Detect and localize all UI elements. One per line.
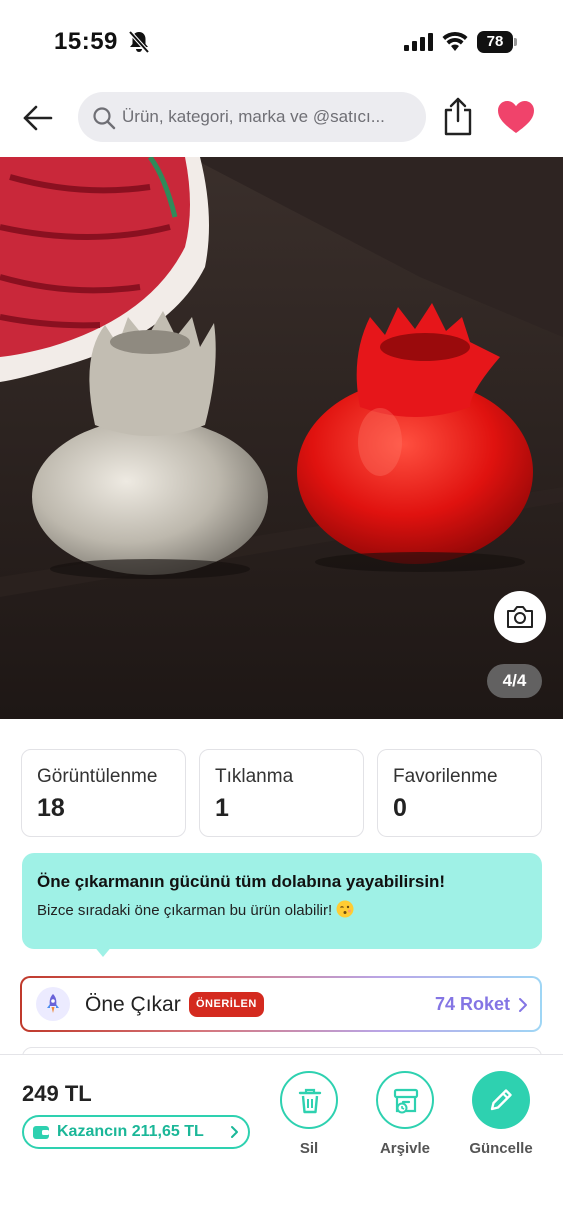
delete-label[interactable]: Sil <box>280 1140 338 1157</box>
roket-cost: 74 Roket <box>434 994 510 1014</box>
camera-icon <box>507 606 533 628</box>
cellular-signal-icon <box>404 33 433 51</box>
search-placeholder: Ürün, kategori, marka ve @satıcı... <box>122 107 385 126</box>
stat-card-favorites: Favorilenme 0 <box>377 749 542 837</box>
rocket-badge <box>36 987 70 1021</box>
chevron-right-icon <box>231 1126 238 1138</box>
feature-inner: Öne Çıkar ÖNERİLEN 74 Roket <box>22 978 540 1030</box>
update-label[interactable]: Güncelle <box>456 1140 546 1157</box>
back-arrow-icon[interactable] <box>20 102 56 134</box>
promo-subtitle: Bizce sıradaki öne çıkarman bu ürün olab… <box>37 900 354 919</box>
stat-label: Tıklanma <box>215 766 294 787</box>
search-input[interactable]: Ürün, kategori, marka ve @satıcı... <box>78 92 426 142</box>
archive-button[interactable] <box>376 1071 434 1129</box>
promo-tail <box>93 945 113 957</box>
feature-promote-row[interactable]: Öne Çıkar ÖNERİLEN 74 Roket <box>20 976 542 1032</box>
stat-value: 0 <box>393 794 407 822</box>
photo-counter: 4/4 <box>487 664 542 698</box>
bell-off-icon <box>128 30 150 54</box>
update-button[interactable] <box>472 1071 530 1129</box>
archive-label[interactable]: Arşivle <box>366 1140 444 1157</box>
promo-subtitle-text: Bizce sıradaki öne çıkarman bu ürün olab… <box>37 902 333 919</box>
pencil-icon <box>490 1089 512 1111</box>
battery-cap <box>514 38 517 46</box>
heart-icon[interactable] <box>497 100 535 134</box>
trash-icon <box>298 1088 322 1114</box>
stat-label: Favorilenme <box>393 766 498 787</box>
stat-label: Görüntülenme <box>37 766 158 787</box>
product-photo[interactable] <box>0 157 563 719</box>
delete-button[interactable] <box>280 1071 338 1129</box>
promo-banner: Öne çıkarmanın gücünü tüm dolabına yayab… <box>22 853 542 949</box>
price: 249 TL <box>22 1081 92 1106</box>
feature-label: Öne Çıkar <box>85 993 181 1016</box>
share-icon[interactable] <box>441 96 475 136</box>
wallet-icon <box>33 1126 49 1139</box>
winking-kiss-emoji-icon <box>336 900 354 918</box>
recommended-badge: ÖNERİLEN <box>189 992 264 1017</box>
wifi-icon <box>442 31 468 51</box>
camera-button[interactable] <box>494 591 546 643</box>
status-bar: 15:59 78 <box>0 0 563 80</box>
rocket-icon <box>47 994 59 1013</box>
status-time: 15:59 <box>54 28 118 55</box>
archive-icon <box>393 1088 419 1114</box>
product-image <box>0 157 563 719</box>
battery-level: 78 <box>477 31 513 53</box>
stat-value: 18 <box>37 794 65 822</box>
bottom-action-bar: 249 TL Kazancın 211,65 TL Sil Arşivle Gü… <box>0 1054 563 1219</box>
battery-indicator: 78 <box>477 31 517 53</box>
stat-card-views: Görüntülenme 18 <box>21 749 186 837</box>
nav-bar: Ürün, kategori, marka ve @satıcı... <box>0 80 563 156</box>
stat-card-clicks: Tıklanma 1 <box>199 749 364 837</box>
chevron-right-icon <box>519 998 527 1012</box>
search-icon <box>93 107 116 130</box>
stat-value: 1 <box>215 794 229 822</box>
earnings-text: Kazancın 211,65 TL <box>57 1123 204 1140</box>
promo-title: Öne çıkarmanın gücünü tüm dolabına yayab… <box>37 872 446 891</box>
earnings-pill[interactable]: Kazancın 211,65 TL <box>22 1115 250 1149</box>
